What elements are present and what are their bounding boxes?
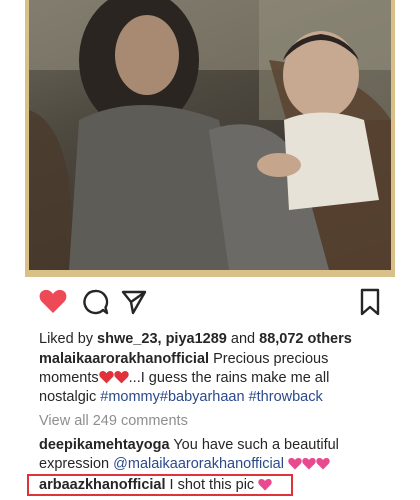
comment-text: I shot this pic bbox=[169, 477, 255, 493]
comment-author-link[interactable]: deepikamehtayoga bbox=[39, 437, 170, 453]
likes-count-link[interactable]: 88,072 others bbox=[259, 331, 352, 347]
caption-line-3: nostalgic #mommy#babyarhaan #throwback bbox=[39, 388, 323, 407]
hashtag-link[interactable]: #throwback bbox=[249, 389, 323, 405]
bookmark-icon[interactable] bbox=[358, 288, 388, 318]
liked-and-label: and bbox=[230, 331, 256, 347]
caption-text: moments bbox=[39, 370, 99, 386]
caption-text: ...I guess the rains make me all bbox=[128, 370, 330, 386]
hashtag-link[interactable]: #babyarhaan bbox=[160, 389, 245, 405]
comment-author-link[interactable]: arbaazkhanofficial bbox=[39, 477, 166, 493]
heart-icon[interactable] bbox=[39, 288, 69, 318]
paper-plane-icon[interactable] bbox=[120, 288, 150, 318]
post-photo[interactable] bbox=[29, 0, 391, 270]
pink-heart-emoji-icon bbox=[258, 478, 272, 497]
hashtag-link[interactable]: #mommy bbox=[100, 389, 160, 405]
view-comments-label: View all 249 comments bbox=[39, 413, 188, 429]
likes-line: Liked by shwe_23, piya1289 and 88,072 ot… bbox=[39, 330, 352, 349]
red-heart-emoji-icon bbox=[113, 370, 129, 390]
view-all-comments-link[interactable]: View all 249 comments bbox=[39, 412, 188, 431]
caption-text: nostalgic bbox=[39, 389, 97, 405]
post-action-bar bbox=[25, 288, 395, 324]
liked-separator: , bbox=[157, 331, 162, 347]
comment-text: You have such a beautiful bbox=[173, 437, 339, 453]
photo-illustration bbox=[29, 0, 391, 270]
pink-heart-emoji-icon bbox=[316, 457, 330, 476]
pink-heart-emoji-icon bbox=[302, 457, 316, 476]
liked-by-label: Liked by bbox=[39, 331, 94, 347]
caption-line-2: moments ...I guess the rains make me all bbox=[39, 369, 329, 390]
caption-line-1: malaikaarorakhanofficial Precious precio… bbox=[39, 350, 328, 369]
comment-line-1: deepikamehtayoga You have such a beautif… bbox=[39, 436, 339, 455]
liked-user-link[interactable]: piya1289 bbox=[166, 331, 227, 347]
comment-line-2: expression @malaikaarorakhanofficial bbox=[39, 455, 330, 476]
comment-bubble-icon[interactable] bbox=[81, 288, 111, 318]
comment-line-3: arbaazkhanofficial I shot this pic bbox=[39, 476, 272, 497]
red-heart-emoji-icon bbox=[98, 370, 114, 390]
mention-link[interactable]: @malaikaarorakhanofficial bbox=[113, 456, 284, 472]
post-author-link[interactable]: malaikaarorakhanofficial bbox=[39, 351, 209, 367]
post-photo-frame bbox=[25, 0, 395, 277]
caption-text: Precious precious bbox=[213, 351, 329, 367]
comment-text: expression bbox=[39, 456, 110, 472]
liked-user-link[interactable]: shwe_23 bbox=[97, 331, 157, 347]
